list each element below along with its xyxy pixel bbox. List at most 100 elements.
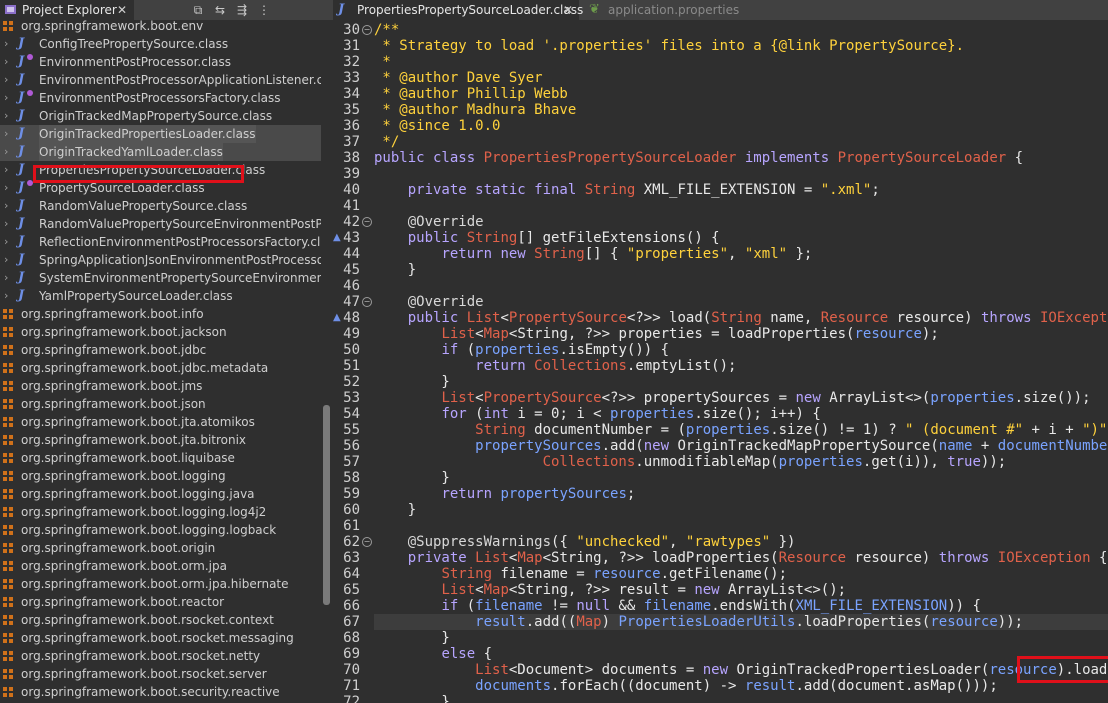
package-item[interactable]: org.springframework.boot.env [0, 20, 321, 35]
code-line[interactable]: * @author Madhura Bhave [374, 102, 576, 118]
code-line[interactable]: propertySources.add(new OriginTrackedMap… [374, 438, 1108, 454]
code-line[interactable]: private static final String XML_FILE_EXT… [374, 182, 880, 198]
code-line[interactable]: for (int i = 0; i < properties.size(); i… [374, 406, 820, 422]
code-line[interactable]: public String[] getFileExtensions() { [374, 230, 720, 246]
chevron-right-icon[interactable]: › [4, 125, 14, 143]
package-item[interactable]: org.springframework.boot.jta.atomikos [0, 413, 321, 431]
code-line[interactable]: List<Map<String, ?>> properties = loadPr… [374, 326, 938, 342]
code-line[interactable]: return propertySources; [374, 486, 635, 502]
chevron-right-icon[interactable]: › [4, 179, 14, 197]
package-item[interactable]: org.springframework.boot.jta.bitronix [0, 431, 321, 449]
code-line[interactable]: result.add((Map) PropertiesLoaderUtils.l… [374, 614, 1108, 630]
link-with-editor-icon[interactable]: ⇆ [212, 2, 228, 18]
code-line[interactable]: * @author Phillip Webb [374, 86, 567, 102]
package-item[interactable]: org.springframework.boot.orm.jpa [0, 557, 321, 575]
chevron-right-icon[interactable]: › [4, 71, 14, 89]
chevron-right-icon[interactable]: › [4, 287, 14, 305]
package-item[interactable]: org.springframework.boot.jackson [0, 323, 321, 341]
close-icon[interactable]: ✕ [563, 0, 573, 20]
override-marker-icon[interactable]: ▲ [333, 313, 345, 323]
explorer-scroll-thumb[interactable] [323, 405, 330, 605]
fold-toggle-icon[interactable]: − [362, 217, 372, 227]
package-item[interactable]: org.springframework.boot.jms [0, 377, 321, 395]
class-file-item[interactable]: › J RandomValuePropertySource.class [0, 197, 321, 215]
package-item[interactable]: org.springframework.boot.liquibase [0, 449, 321, 467]
code-line[interactable]: } [374, 694, 449, 703]
code-line[interactable]: List<Map<String, ?>> result = new ArrayL… [374, 582, 846, 598]
code-line[interactable]: public List<PropertySource<?>> load(Stri… [374, 310, 1108, 326]
chevron-right-icon[interactable]: › [4, 35, 14, 53]
chevron-right-icon[interactable]: › [4, 53, 14, 71]
code-line[interactable]: List<PropertySource<?>> propertySources … [374, 390, 1090, 406]
class-file-item[interactable]: › J EnvironmentPostProcessorApplicationLis… [0, 71, 321, 89]
package-item[interactable]: org.springframework.boot.logging.logback [0, 521, 321, 539]
class-file-item[interactable]: › J EnvironmentPostProcessor.class [0, 53, 321, 71]
package-item[interactable]: org.springframework.boot.security.reacti… [0, 683, 321, 701]
class-file-item[interactable]: › J RandomValuePropertySourceEnvironmentPo… [0, 215, 321, 233]
code-line[interactable]: } [374, 470, 449, 486]
code-line[interactable]: } [374, 262, 416, 278]
tab-properties-property-source-loader[interactable]: J PropertiesPropertySourceLoader.class ✕ [333, 0, 583, 20]
code-line[interactable]: Collections.unmodifiableMap(properties.g… [374, 454, 1007, 470]
class-file-item[interactable]: › J SpringApplicationJsonEnvironmentPostPr… [0, 251, 321, 269]
fold-toggle-icon[interactable]: − [362, 25, 372, 35]
fold-toggle-icon[interactable]: − [362, 537, 372, 547]
filter-icon[interactable]: ⇶ [234, 2, 250, 18]
class-file-item[interactable]: › J ConfigTreePropertySource.class [0, 35, 321, 53]
code-line[interactable]: * [374, 54, 390, 70]
code-line[interactable]: } [374, 502, 416, 518]
chevron-right-icon[interactable]: › [4, 143, 14, 161]
package-item[interactable]: org.springframework.boot.rsocket.server [0, 665, 321, 683]
code-line[interactable]: List<Document> documents = new OriginTra… [374, 662, 1108, 678]
code-line[interactable]: String documentNumber = (properties.size… [374, 422, 1108, 438]
package-item[interactable]: org.springframework.boot.json [0, 395, 321, 413]
class-file-item[interactable]: › J OriginTrackedMapPropertySource.class [0, 107, 321, 125]
package-item[interactable]: org.springframework.boot.logging.log4j2 [0, 503, 321, 521]
tab-project-explorer[interactable]: Project Explorer ✕ [0, 0, 134, 20]
code-line[interactable]: if (filename != null && filename.endsWit… [374, 598, 981, 614]
code-line[interactable]: /** [374, 22, 399, 38]
code-line[interactable]: return new String[] { "properties", "xml… [374, 246, 812, 262]
package-item[interactable]: org.springframework.boot.logging.java [0, 485, 321, 503]
code-line[interactable]: * @since 1.0.0 [374, 118, 500, 134]
chevron-right-icon[interactable]: › [4, 215, 14, 233]
tab-application-properties[interactable]: ❦ application.properties [584, 0, 744, 20]
package-item[interactable]: org.springframework.boot.rsocket.context [0, 611, 321, 629]
fold-toggle-icon[interactable]: − [362, 297, 372, 307]
package-item[interactable]: org.springframework.boot.info [0, 305, 321, 323]
override-marker-icon[interactable]: ▲ [333, 233, 345, 243]
code-area[interactable]: /** * Strategy to load '.properties' fil… [374, 20, 1108, 703]
chevron-right-icon[interactable]: › [4, 107, 14, 125]
package-item[interactable]: org.springframework.boot.rsocket.netty [0, 647, 321, 665]
package-item[interactable]: org.springframework.boot.rsocket.messagi… [0, 629, 321, 647]
code-line[interactable]: String filename = resource.getFilename()… [374, 566, 787, 582]
package-item[interactable]: org.springframework.boot.logging [0, 467, 321, 485]
chevron-right-icon[interactable]: › [4, 89, 14, 107]
chevron-right-icon[interactable]: › [4, 269, 14, 287]
chevron-right-icon[interactable]: › [4, 161, 14, 179]
code-line[interactable]: if (properties.isEmpty()) { [374, 342, 669, 358]
code-line[interactable]: public class PropertiesPropertySourceLoa… [374, 150, 1023, 166]
class-file-item[interactable]: › J OriginTrackedYamlLoader.class [0, 143, 321, 161]
code-line[interactable]: * @author Dave Syer [374, 70, 542, 86]
package-item[interactable]: org.springframework.boot.jdbc [0, 341, 321, 359]
code-line[interactable]: * Strategy to load '.properties' files i… [374, 38, 964, 54]
code-line[interactable]: documents.forEach((document) -> result.a… [374, 678, 998, 694]
class-file-item[interactable]: › J YamlPropertySourceLoader.class [0, 287, 321, 305]
code-line[interactable]: @Override [374, 214, 484, 230]
class-file-item[interactable]: › J EnvironmentPostProcessorsFactory.class [0, 89, 321, 107]
code-line[interactable]: } [374, 374, 449, 390]
class-file-item[interactable]: › J OriginTrackedPropertiesLoader.class [0, 125, 321, 143]
chevron-right-icon[interactable]: › [4, 233, 14, 251]
chevron-right-icon[interactable]: › [4, 197, 14, 215]
view-menu-icon[interactable]: ⋮ [256, 2, 272, 18]
code-line[interactable]: @Override [374, 294, 484, 310]
package-item[interactable]: org.springframework.boot.reactor [0, 593, 321, 611]
code-line[interactable]: */ [374, 134, 399, 150]
class-file-item[interactable]: › J ReflectionEnvironmentPostProcessorsFac… [0, 233, 321, 251]
collapse-all-icon[interactable]: ⧉ [190, 2, 206, 18]
package-item[interactable]: org.springframework.boot.origin [0, 539, 321, 557]
close-icon[interactable]: ✕ [117, 0, 127, 20]
class-file-item[interactable]: › J SystemEnvironmentPropertySourceEnviron… [0, 269, 321, 287]
code-line[interactable]: return Collections.emptyList(); [374, 358, 736, 374]
